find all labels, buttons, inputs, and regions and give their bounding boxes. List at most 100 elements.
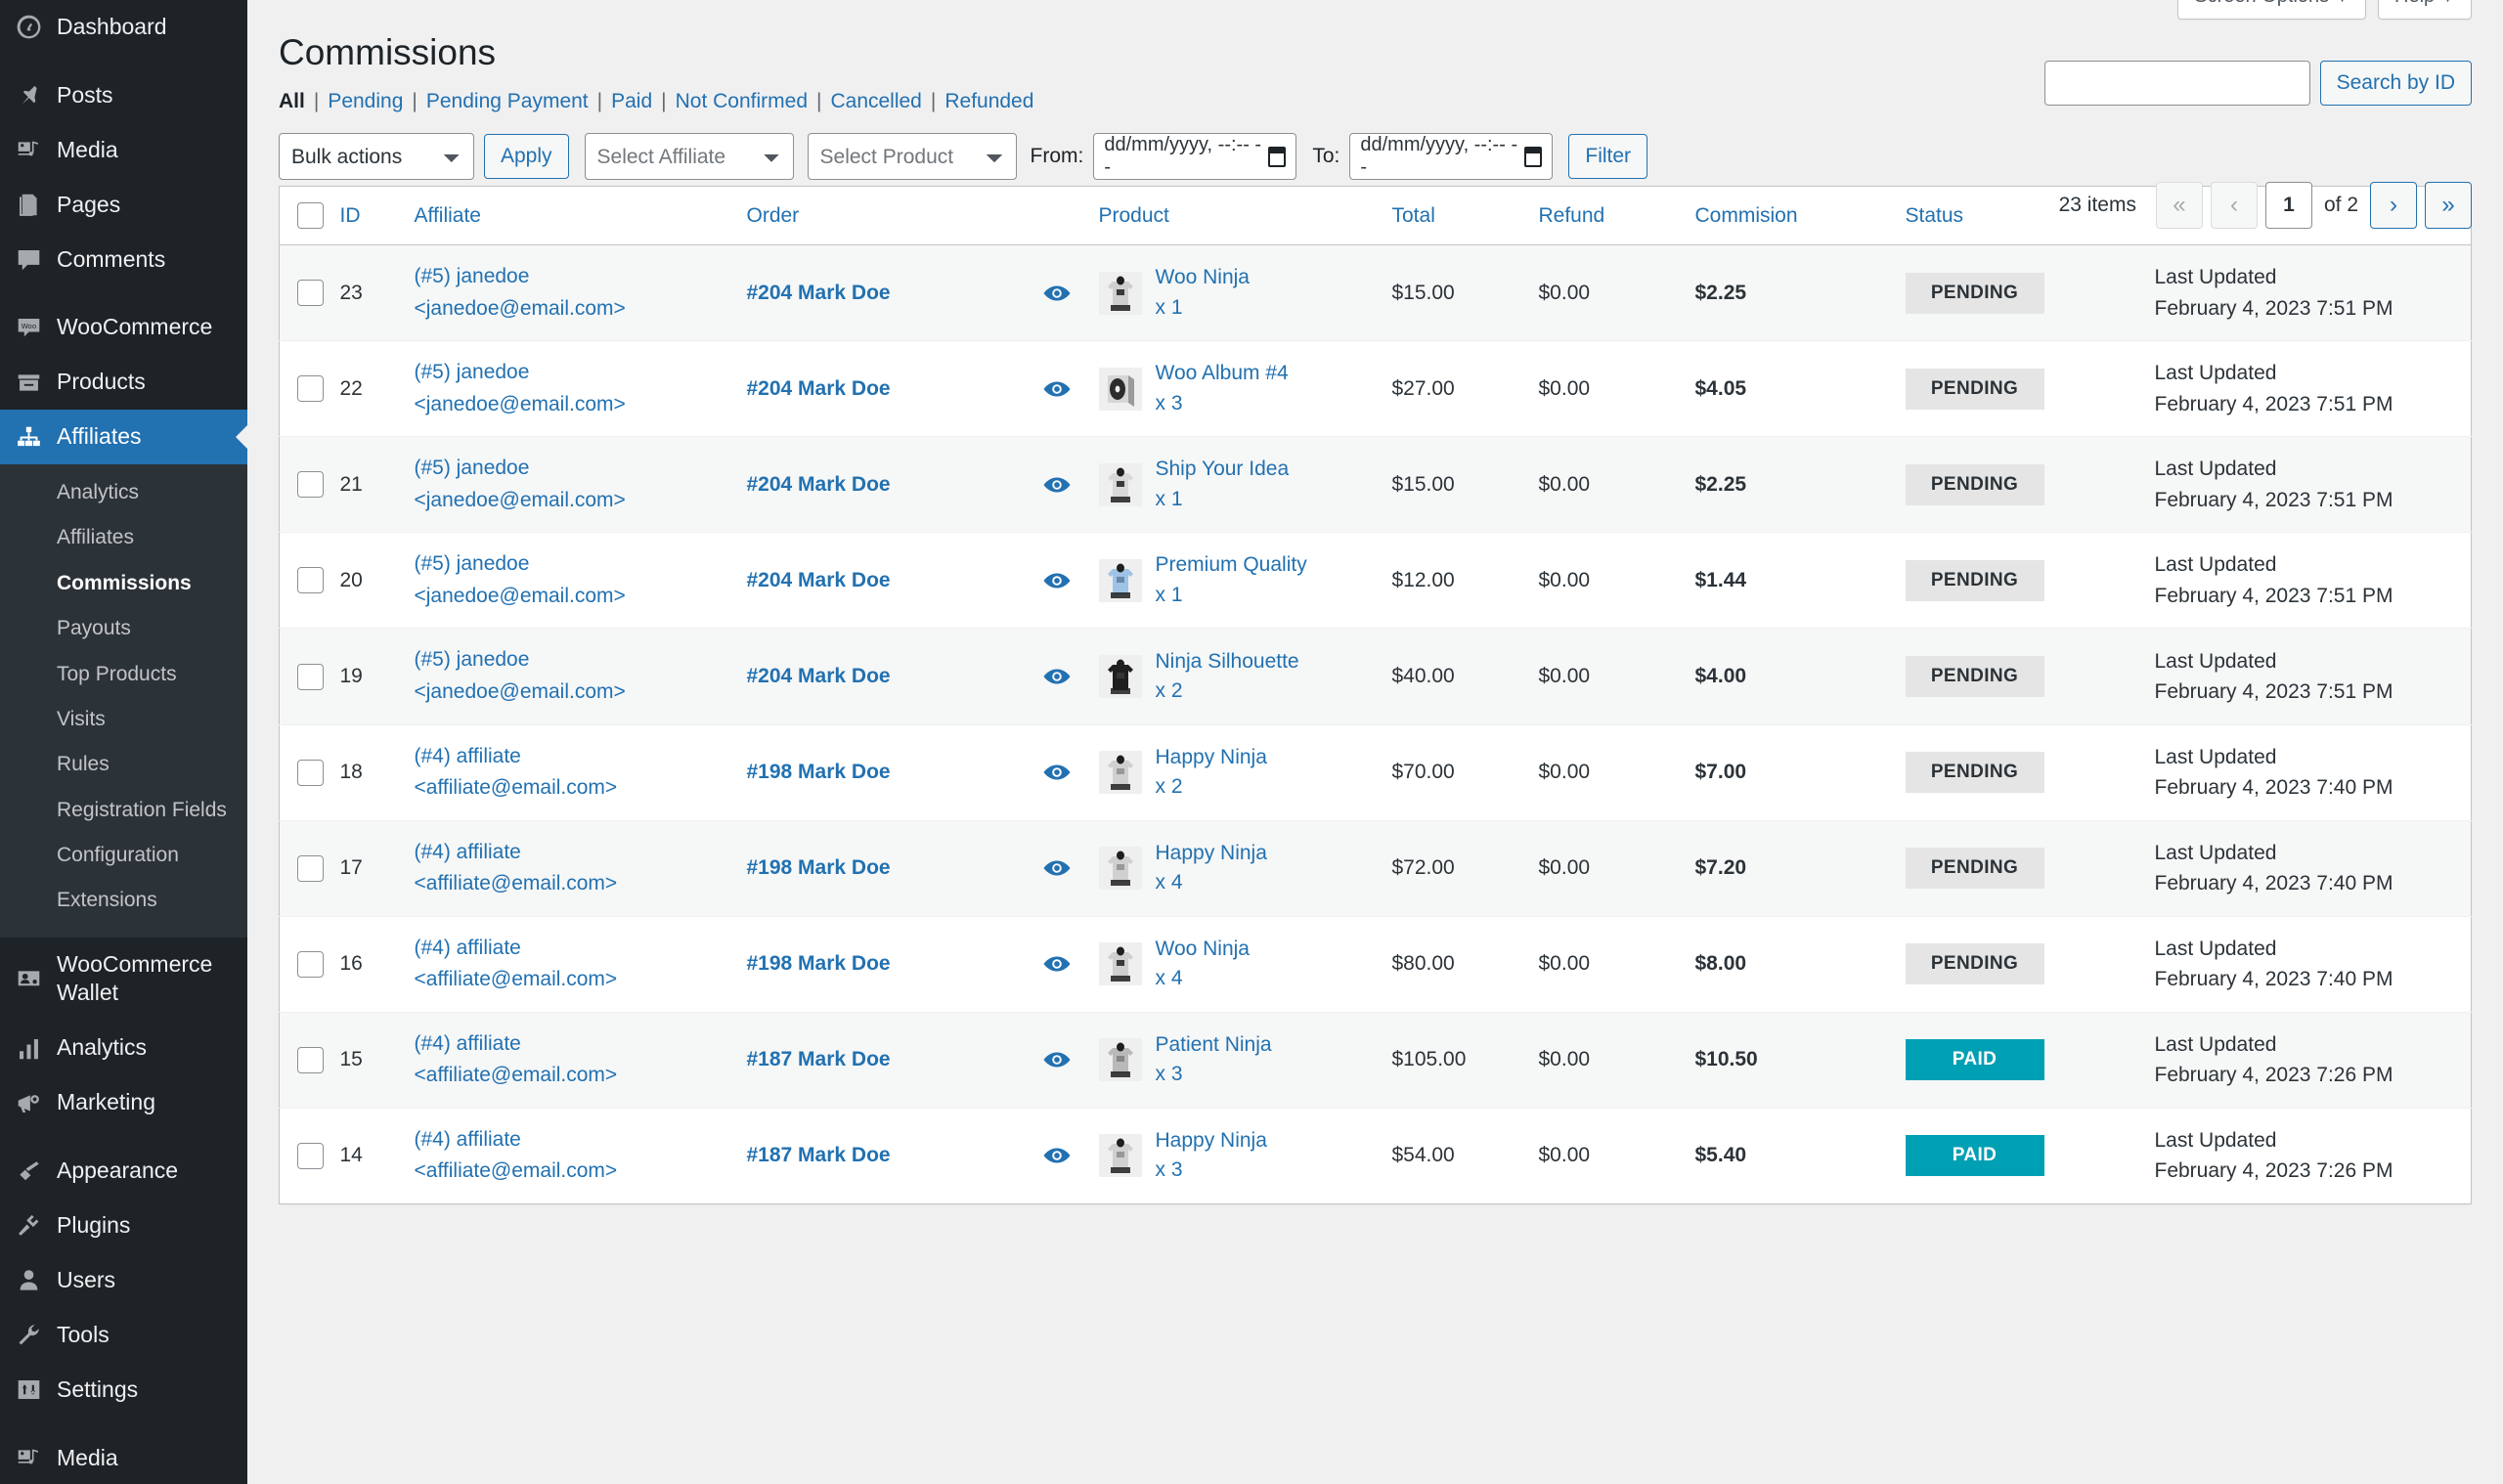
sidebar-item-dashboard[interactable]: Dashboard	[0, 0, 247, 55]
submenu-item-analytics[interactable]: Analytics	[0, 470, 247, 515]
help-button[interactable]: Help▼	[2378, 0, 2472, 20]
sidebar-item-woocommerce-wallet[interactable]: WooCommerce Wallet	[0, 938, 247, 1022]
order-link[interactable]: #204 Mark Doe	[747, 473, 891, 496]
search-input[interactable]	[2044, 61, 2310, 106]
eye-icon[interactable]	[1042, 279, 1072, 308]
apply-button[interactable]: Apply	[484, 134, 569, 179]
row-checkbox[interactable]	[297, 855, 324, 882]
product-name-link[interactable]: Happy Ninja	[1156, 1129, 1267, 1152]
submenu-item-rules[interactable]: Rules	[0, 742, 247, 787]
product-name-link[interactable]: Premium Quality	[1156, 553, 1307, 576]
sidebar-item-products[interactable]: Products	[0, 355, 247, 410]
affiliate-name-link[interactable]: (#5) janedoe	[415, 357, 747, 389]
affiliate-email-link[interactable]: <affiliate@email.com>	[415, 1060, 747, 1092]
row-checkbox[interactable]	[297, 471, 324, 498]
row-checkbox[interactable]	[297, 1047, 324, 1073]
affiliate-email-link[interactable]: <janedoe@email.com>	[415, 389, 747, 421]
affiliate-name-link[interactable]: (#4) affiliate	[415, 1028, 747, 1061]
sidebar-item-woocommerce[interactable]: WooWooCommerce	[0, 300, 247, 355]
sidebar-item-affiliates[interactable]: Affiliates	[0, 410, 247, 464]
status-filter-not-confirmed[interactable]: Not Confirmed	[676, 90, 808, 113]
order-link[interactable]: #204 Mark Doe	[747, 569, 891, 591]
product-name-link[interactable]: Happy Ninja	[1156, 842, 1267, 864]
sidebar-item-pages[interactable]: Pages	[0, 178, 247, 233]
screen-options-button[interactable]: Screen Options▼	[2177, 0, 2366, 20]
search-by-id-button[interactable]: Search by ID	[2320, 61, 2472, 106]
affiliate-name-link[interactable]: (#4) affiliate	[415, 837, 747, 869]
row-checkbox[interactable]	[297, 567, 324, 593]
sidebar-item-media[interactable]: Media	[0, 1431, 247, 1484]
column-header-refund[interactable]: Refund	[1539, 187, 1695, 245]
eye-icon[interactable]	[1042, 662, 1072, 691]
affiliate-email-link[interactable]: <affiliate@email.com>	[415, 964, 747, 996]
product-name-link[interactable]: Ninja Silhouette	[1156, 650, 1299, 673]
column-header-affiliate[interactable]: Affiliate	[415, 187, 747, 245]
sidebar-item-tools[interactable]: Tools	[0, 1308, 247, 1363]
affiliate-email-link[interactable]: <janedoe@email.com>	[415, 677, 747, 709]
row-checkbox[interactable]	[297, 951, 324, 978]
affiliate-name-link[interactable]: (#4) affiliate	[415, 741, 747, 773]
submenu-item-top-products[interactable]: Top Products	[0, 652, 247, 697]
affiliate-name-link[interactable]: (#4) affiliate	[415, 933, 747, 965]
eye-icon[interactable]	[1042, 853, 1072, 883]
select-affiliate-dropdown[interactable]: Select Affiliate	[585, 133, 794, 180]
sidebar-item-plugins[interactable]: Plugins	[0, 1199, 247, 1253]
product-name-link[interactable]: Woo Album #4	[1156, 362, 1289, 384]
order-link[interactable]: #187 Mark Doe	[747, 1144, 891, 1166]
status-filter-pending[interactable]: Pending	[328, 90, 403, 113]
row-checkbox[interactable]	[297, 760, 324, 786]
column-header-order[interactable]: Order	[747, 187, 1042, 245]
affiliate-name-link[interactable]: (#4) affiliate	[415, 1124, 747, 1157]
select-all-checkbox[interactable]	[297, 202, 324, 229]
sidebar-item-media[interactable]: Media	[0, 123, 247, 178]
affiliate-email-link[interactable]: <janedoe@email.com>	[415, 485, 747, 517]
product-name-link[interactable]: Woo Ninja	[1156, 938, 1251, 960]
affiliate-name-link[interactable]: (#5) janedoe	[415, 548, 747, 581]
prev-page-button[interactable]: ‹	[2211, 182, 2258, 229]
date-to-input[interactable]: dd/mm/yyyy, --:-- --	[1349, 133, 1553, 180]
product-name-link[interactable]: Patient Ninja	[1156, 1033, 1272, 1056]
eye-icon[interactable]	[1042, 949, 1072, 979]
submenu-item-visits[interactable]: Visits	[0, 697, 247, 742]
row-checkbox[interactable]	[297, 664, 324, 690]
submenu-item-affiliates[interactable]: Affiliates	[0, 515, 247, 560]
column-header-product[interactable]: Product	[1099, 187, 1392, 245]
date-from-input[interactable]: dd/mm/yyyy, --:-- --	[1093, 133, 1296, 180]
current-page-input[interactable]: 1	[2265, 182, 2312, 229]
row-checkbox[interactable]	[297, 280, 324, 306]
affiliate-email-link[interactable]: <affiliate@email.com>	[415, 1156, 747, 1188]
affiliate-email-link[interactable]: <janedoe@email.com>	[415, 581, 747, 613]
order-link[interactable]: #198 Mark Doe	[747, 856, 891, 879]
sidebar-item-posts[interactable]: Posts	[0, 68, 247, 123]
order-link[interactable]: #204 Mark Doe	[747, 282, 891, 304]
sidebar-item-users[interactable]: Users	[0, 1253, 247, 1308]
affiliate-email-link[interactable]: <janedoe@email.com>	[415, 293, 747, 326]
eye-icon[interactable]	[1042, 758, 1072, 787]
product-name-link[interactable]: Ship Your Idea	[1156, 458, 1290, 480]
last-page-button[interactable]: »	[2425, 182, 2472, 229]
column-header-id[interactable]: ID	[340, 187, 415, 245]
status-filter-cancelled[interactable]: Cancelled	[830, 90, 921, 113]
next-page-button[interactable]: ›	[2370, 182, 2417, 229]
affiliate-name-link[interactable]: (#5) janedoe	[415, 644, 747, 677]
filter-button[interactable]: Filter	[1568, 134, 1647, 179]
eye-icon[interactable]	[1042, 566, 1072, 595]
order-link[interactable]: #204 Mark Doe	[747, 377, 891, 400]
order-link[interactable]: #198 Mark Doe	[747, 761, 891, 783]
order-link[interactable]: #187 Mark Doe	[747, 1048, 891, 1070]
row-checkbox[interactable]	[297, 375, 324, 402]
submenu-item-extensions[interactable]: Extensions	[0, 878, 247, 923]
eye-icon[interactable]	[1042, 470, 1072, 500]
eye-icon[interactable]	[1042, 1141, 1072, 1170]
sidebar-item-marketing[interactable]: Marketing	[0, 1075, 247, 1130]
affiliate-name-link[interactable]: (#5) janedoe	[415, 453, 747, 485]
order-link[interactable]: #204 Mark Doe	[747, 665, 891, 687]
row-checkbox[interactable]	[297, 1143, 324, 1169]
submenu-item-commissions[interactable]: Commissions	[0, 561, 247, 606]
product-name-link[interactable]: Woo Ninja	[1156, 266, 1251, 288]
column-header-commission[interactable]: Commision	[1695, 187, 1906, 245]
status-filter-paid[interactable]: Paid	[611, 90, 652, 113]
affiliate-email-link[interactable]: <affiliate@email.com>	[415, 868, 747, 900]
eye-icon[interactable]	[1042, 1045, 1072, 1074]
column-header-total[interactable]: Total	[1392, 187, 1539, 245]
